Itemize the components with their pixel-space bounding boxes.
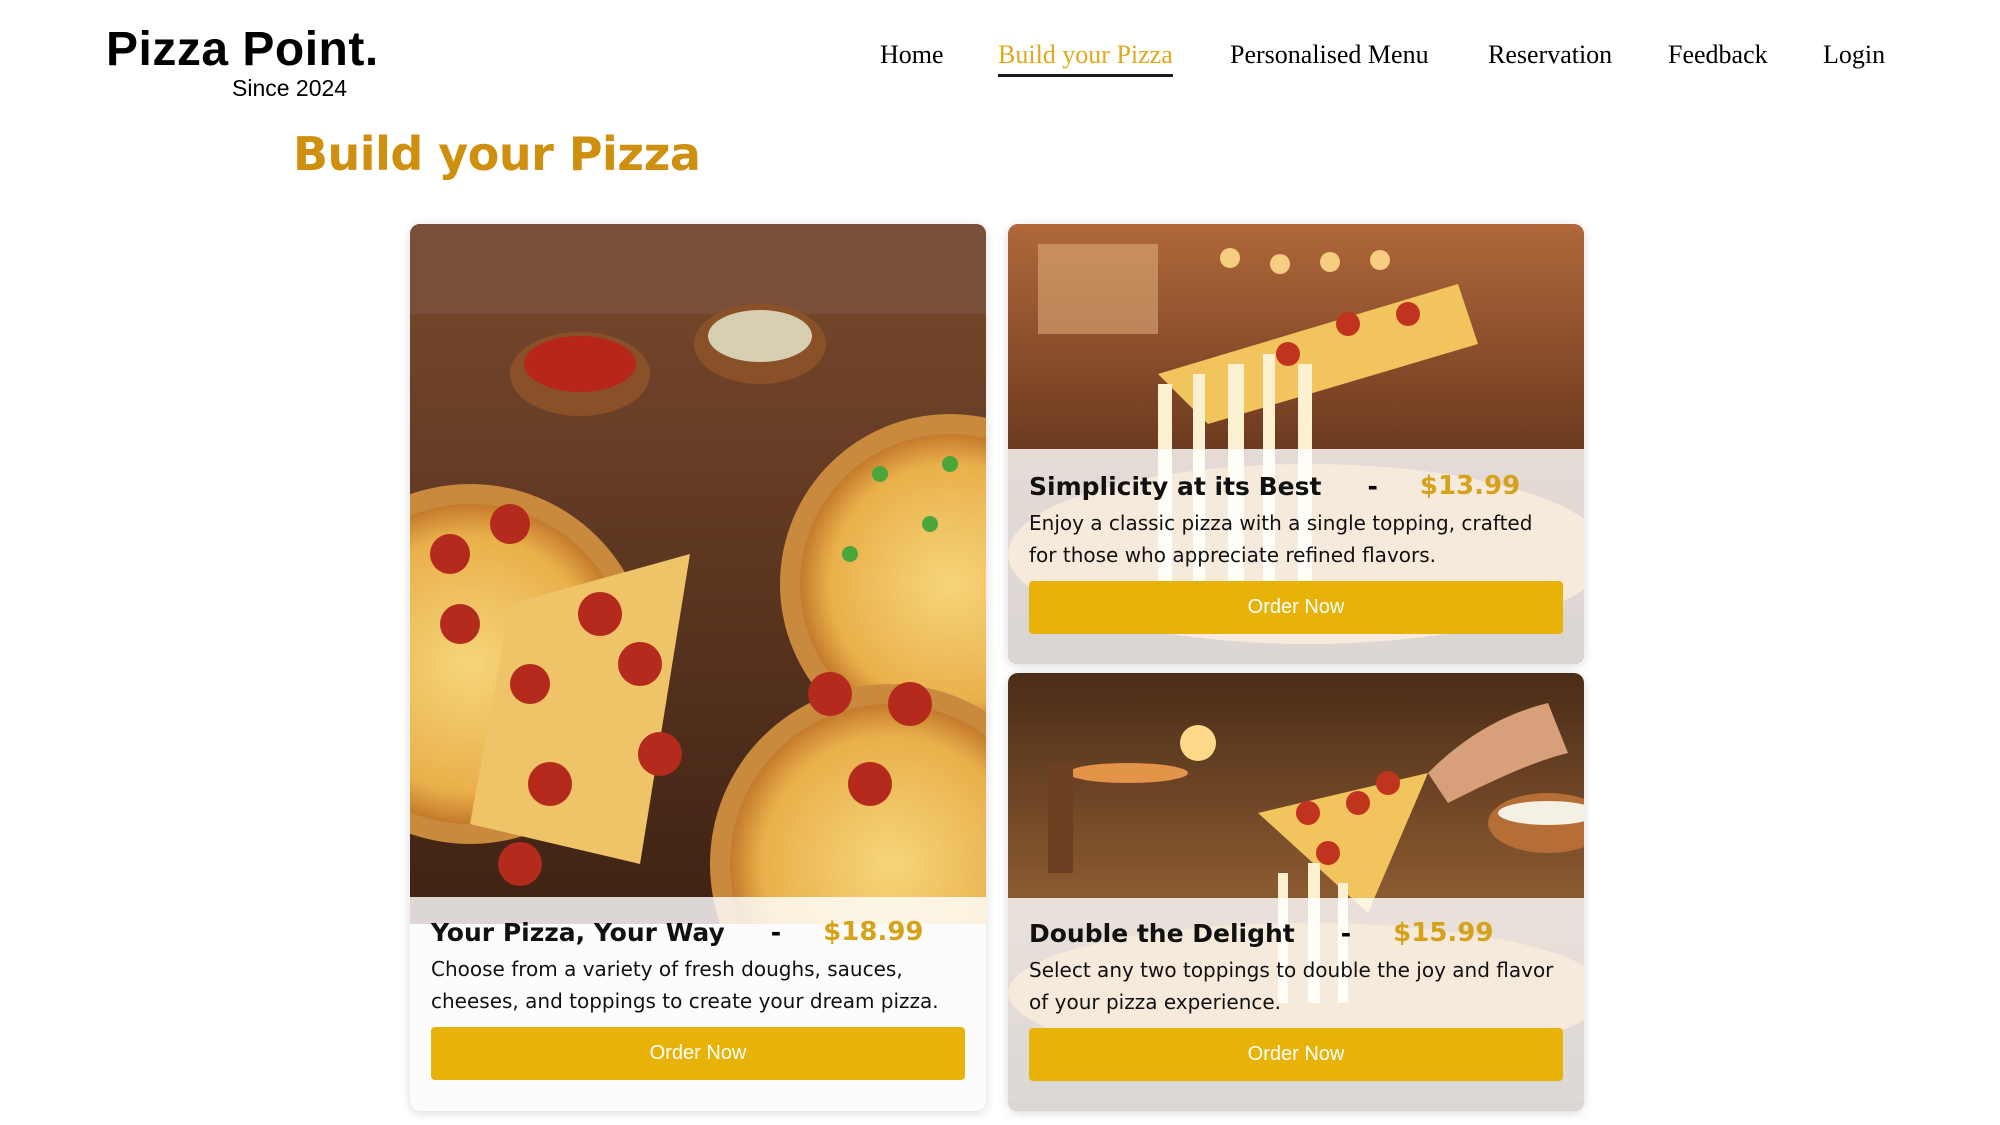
card-price: $18.99 bbox=[823, 917, 924, 947]
order-now-button[interactable]: Order Now bbox=[431, 1027, 965, 1080]
card-description: Choose from a variety of fresh doughs, s… bbox=[431, 957, 939, 1013]
card-price: $13.99 bbox=[1419, 471, 1521, 501]
page-title: Build your Pizza bbox=[293, 127, 701, 181]
title-separator: - bbox=[1367, 471, 1378, 501]
order-now-button[interactable]: Order Now bbox=[1029, 1028, 1563, 1081]
main-nav: Home Build your Pizza Personalised Menu … bbox=[0, 38, 2000, 78]
nav-feedback[interactable]: Feedback bbox=[1668, 38, 1768, 72]
title-separator: - bbox=[1340, 918, 1352, 948]
nav-build-your-pizza[interactable]: Build your Pizza bbox=[998, 38, 1173, 77]
order-now-button[interactable]: Order Now bbox=[1029, 581, 1563, 634]
pizza-card-two-toppings: Double the Delight - $15.99 Select any t… bbox=[1008, 673, 1584, 1111]
card-price: $15.99 bbox=[1393, 918, 1494, 948]
card-title: Double the Delight bbox=[1029, 918, 1295, 948]
pizza-card-single-topping: Simplicity at its Best - $13.99 Enjoy a … bbox=[1008, 224, 1584, 664]
brand-tagline: Since 2024 bbox=[232, 75, 348, 101]
nav-personalised-menu[interactable]: Personalised Menu bbox=[1230, 38, 1429, 72]
card-content: Simplicity at its Best - $13.99 Enjoy a … bbox=[1008, 449, 1584, 664]
nav-home[interactable]: Home bbox=[880, 38, 944, 72]
card-title: Simplicity at its Best bbox=[1029, 471, 1322, 501]
card-description: Enjoy a classic pizza with a single topp… bbox=[1029, 511, 1533, 567]
pizza-image-assorted bbox=[410, 224, 986, 924]
nav-reservation[interactable]: Reservation bbox=[1488, 38, 1612, 72]
nav-login[interactable]: Login bbox=[1823, 38, 1885, 72]
card-title: Your Pizza, Your Way bbox=[431, 917, 725, 947]
card-description: Select any two toppings to double the jo… bbox=[1029, 958, 1554, 1014]
pizza-card-custom: Your Pizza, Your Way - $18.99 Choose fro… bbox=[410, 224, 986, 1111]
card-content: Double the Delight - $15.99 Select any t… bbox=[1008, 898, 1584, 1111]
card-content: Your Pizza, Your Way - $18.99 Choose fro… bbox=[410, 897, 986, 1111]
title-separator: - bbox=[770, 917, 782, 947]
